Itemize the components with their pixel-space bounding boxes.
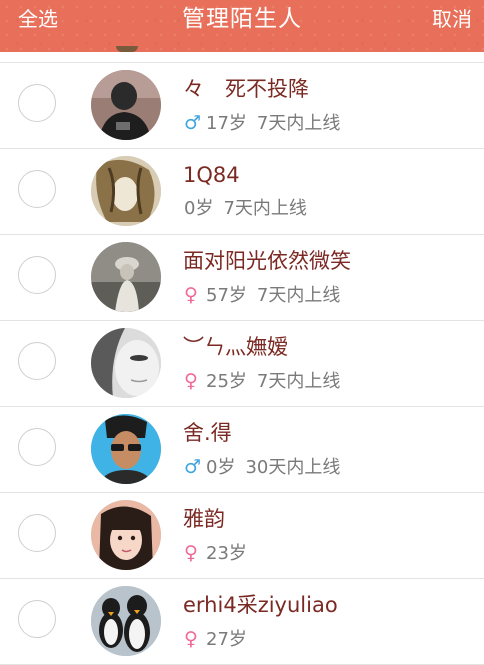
select-checkbox[interactable] [18, 428, 56, 466]
person-meta: ♂ 0岁 30天内上线 [184, 455, 340, 480]
female-icon: ♀ [184, 370, 198, 392]
list-item[interactable]: ︶ㄣ灬嫵嫒 ♀ 25岁 7天内上线 [0, 321, 484, 407]
age: 25岁 [206, 371, 247, 392]
select-checkbox[interactable] [18, 170, 56, 208]
select-checkbox[interactable] [18, 514, 56, 552]
person-meta: ♀ 57岁 7天内上线 [184, 283, 340, 308]
person-name: 舍.得 [183, 421, 232, 445]
person-meta: ♀ 27岁 [184, 627, 247, 652]
top-bar: 全选 管理陌生人 取消 [0, 0, 484, 52]
online-status: 30天内上线 [245, 457, 341, 478]
avatar [91, 586, 161, 656]
list-item[interactable]: 舍.得 ♂ 0岁 30天内上线 [0, 407, 484, 493]
select-checkbox[interactable] [18, 256, 56, 294]
person-name: 1Q84 [183, 163, 240, 187]
female-icon: ♀ [184, 542, 198, 564]
age: 0岁 [184, 198, 214, 219]
age: 0岁 [206, 457, 236, 478]
online-status: 7天内上线 [223, 198, 307, 219]
online-status: 7天内上线 [256, 285, 341, 306]
list-item[interactable]: erhi4采ziyuliao ♀ 27岁 [0, 579, 484, 665]
cancel-button[interactable]: 取消 [432, 6, 472, 32]
person-name: ︶ㄣ灬嫵嫒 [183, 335, 288, 359]
page-title: 管理陌生人 [182, 6, 302, 32]
list-item[interactable]: 々 死不投降 ♂ 17岁 7天内上线 [0, 63, 484, 149]
avatar [91, 414, 161, 484]
select-checkbox[interactable] [18, 600, 56, 638]
person-name: 々 死不投降 [183, 77, 309, 101]
avatar [91, 156, 161, 226]
avatar [91, 328, 161, 398]
online-status: 7天内上线 [256, 113, 341, 134]
person-meta: ♀ 25岁 7天内上线 [184, 369, 340, 394]
male-icon: ♂ [184, 112, 202, 134]
person-meta: 0岁 7天内上线 [184, 197, 307, 221]
person-name: erhi4采ziyuliao [183, 593, 338, 617]
person-name: 雅韵 [183, 507, 225, 531]
select-checkbox[interactable] [18, 342, 56, 380]
stranger-list: 々 死不投降 ♂ 17岁 7天内上线 1Q84 0岁 7天内上线 面对阳光依然微… [0, 46, 484, 665]
person-meta: ♂ 17岁 7天内上线 [184, 111, 340, 136]
list-item[interactable]: 面对阳光依然微笑 ♀ 57岁 7天内上线 [0, 235, 484, 321]
list-item-partial [0, 46, 484, 63]
person-meta: ♀ 23岁 [184, 541, 247, 566]
male-icon: ♂ [184, 456, 202, 478]
female-icon: ♀ [184, 284, 198, 306]
female-icon: ♀ [184, 628, 198, 650]
avatar [91, 242, 161, 312]
person-name: 面对阳光依然微笑 [183, 249, 351, 273]
list-item[interactable]: 雅韵 ♀ 23岁 [0, 493, 484, 579]
online-status: 7天内上线 [256, 371, 341, 392]
avatar [91, 70, 161, 140]
age: 57岁 [206, 285, 247, 306]
age: 27岁 [206, 629, 247, 650]
list-item[interactable]: 1Q84 0岁 7天内上线 [0, 149, 484, 235]
age: 23岁 [206, 543, 247, 564]
avatar [91, 500, 161, 570]
select-checkbox[interactable] [18, 84, 56, 122]
avatar [116, 46, 138, 52]
age: 17岁 [206, 113, 247, 134]
